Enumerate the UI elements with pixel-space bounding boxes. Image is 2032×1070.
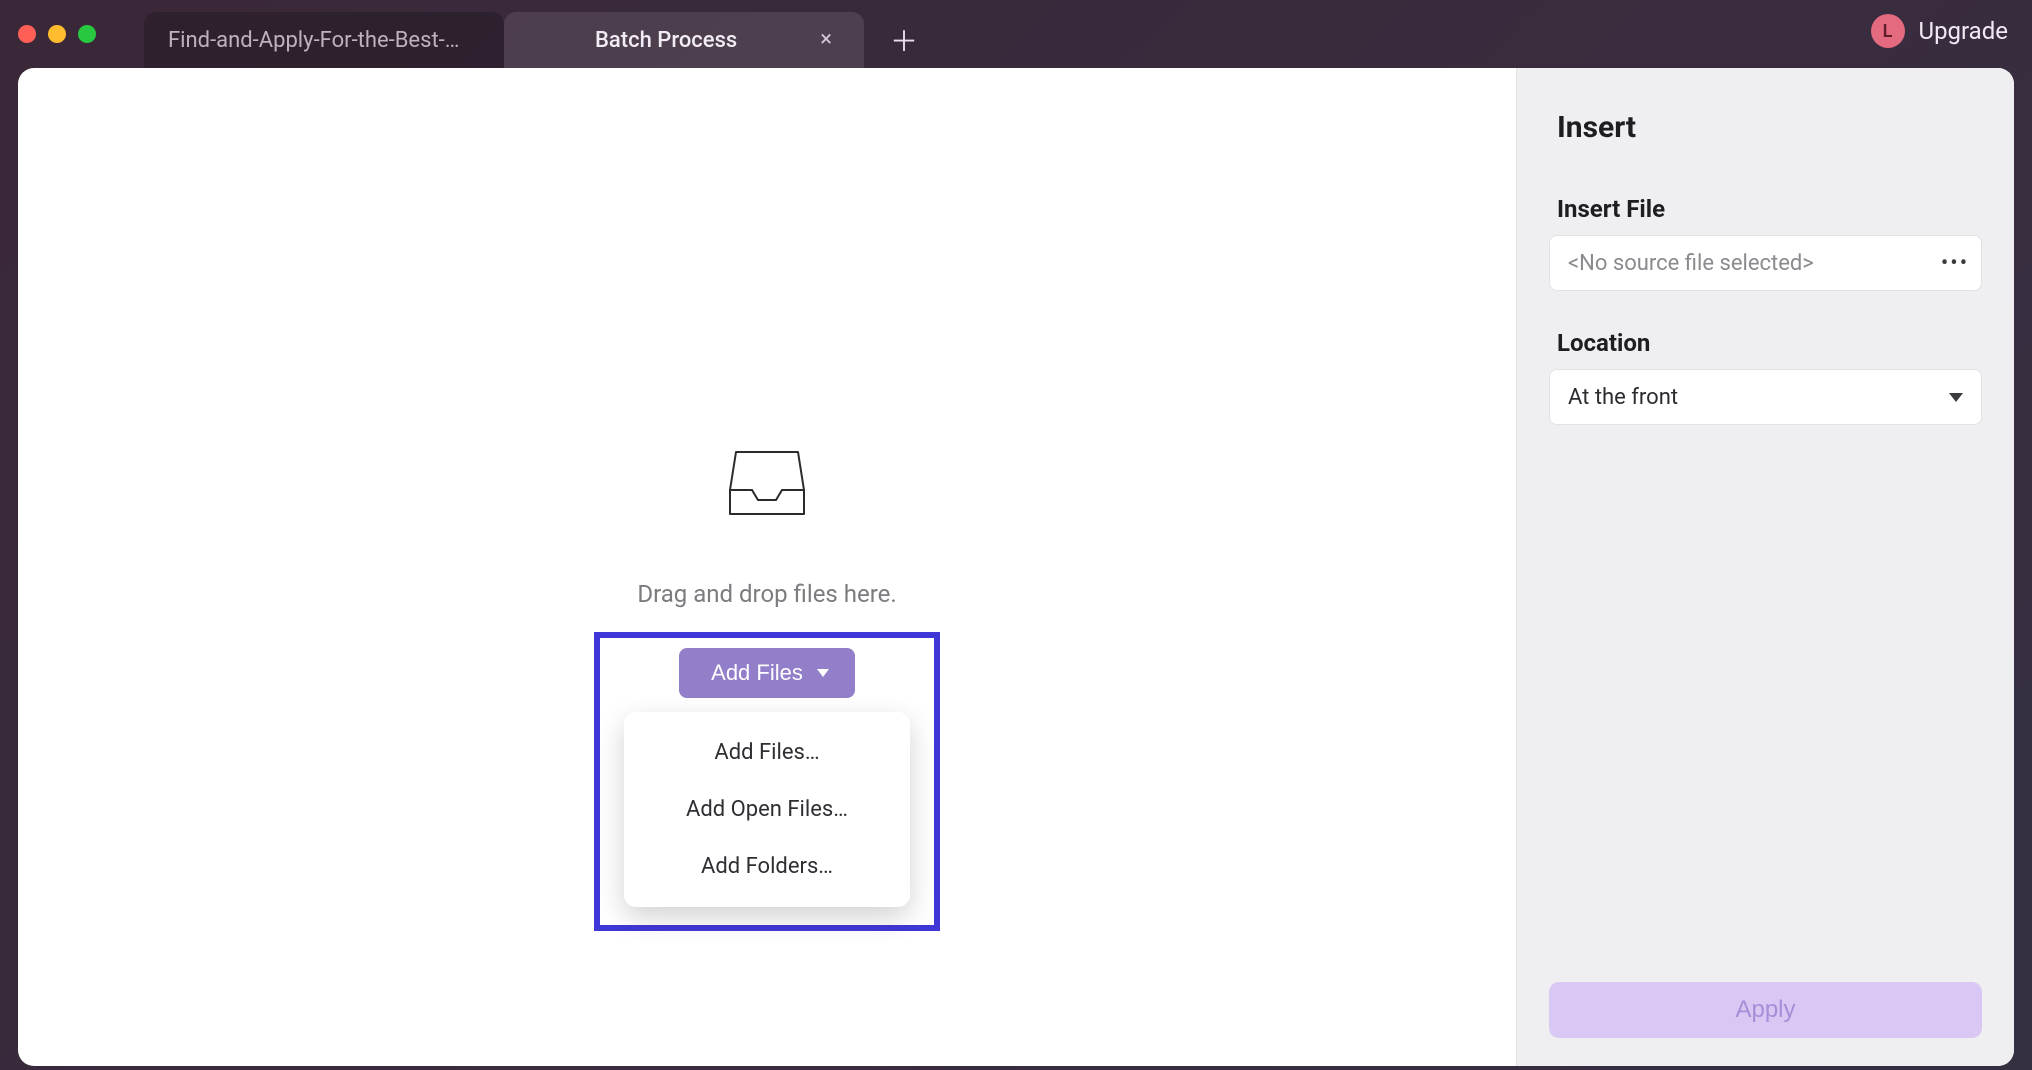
tab-strip: Find-and-Apply-For-the-Best-… Batch Proc… <box>144 0 932 68</box>
upgrade-button[interactable]: L Upgrade <box>1871 14 2009 48</box>
add-files-button-label: Add Files <box>711 660 803 686</box>
traffic-lights <box>18 25 96 43</box>
menu-item-add-open-files[interactable]: Add Open Files… <box>624 781 910 838</box>
drop-zone[interactable]: Drag and drop files here. Add Files Add … <box>18 68 1516 1066</box>
location-label: Location <box>1517 315 2014 369</box>
window-zoom-button[interactable] <box>78 25 96 43</box>
window-body: Drag and drop files here. Add Files Add … <box>18 68 2014 1066</box>
menu-item-add-folders[interactable]: Add Folders… <box>624 838 910 895</box>
tab-document-label: Find-and-Apply-For-the-Best-… <box>168 28 459 53</box>
ellipsis-icon: ••• <box>1941 251 1969 276</box>
tab-document[interactable]: Find-and-Apply-For-the-Best-… <box>144 12 504 68</box>
tab-close-button[interactable]: × <box>812 25 840 55</box>
chevron-down-icon <box>1949 393 1963 402</box>
side-panel-insert: Insert Insert File <No source file selec… <box>1516 68 2014 1066</box>
drop-hint-text: Drag and drop files here. <box>637 580 896 608</box>
location-value: At the front <box>1568 385 1937 410</box>
insert-file-placeholder: <No source file selected> <box>1568 251 1925 276</box>
window-minimize-button[interactable] <box>48 25 66 43</box>
tab-batch-process[interactable]: Batch Process × <box>504 12 864 68</box>
user-avatar: L <box>1871 14 1905 48</box>
insert-file-label: Insert File <box>1517 181 2014 235</box>
add-files-menu: Add Files… Add Open Files… Add Folders… <box>624 712 910 907</box>
menu-item-add-files[interactable]: Add Files… <box>624 724 910 781</box>
inbox-tray-icon <box>728 448 806 522</box>
window-tabbar: Find-and-Apply-For-the-Best-… Batch Proc… <box>0 0 2032 68</box>
panel-title: Insert <box>1517 68 2014 181</box>
choose-file-button[interactable]: ••• <box>1937 245 1973 281</box>
caret-down-icon <box>817 669 829 677</box>
upgrade-label: Upgrade <box>1919 17 2009 45</box>
location-select[interactable]: At the front <box>1549 369 1982 425</box>
window-close-button[interactable] <box>18 25 36 43</box>
insert-file-field[interactable]: <No source file selected> ••• <box>1549 235 1982 291</box>
tab-batch-process-label: Batch Process <box>528 28 804 53</box>
tutorial-highlight: Add Files Add Files… Add Open Files… Add… <box>594 632 940 931</box>
new-tab-button[interactable]: ＋ <box>876 12 932 68</box>
add-files-button[interactable]: Add Files <box>679 648 855 698</box>
apply-button[interactable]: Apply <box>1549 982 1982 1038</box>
